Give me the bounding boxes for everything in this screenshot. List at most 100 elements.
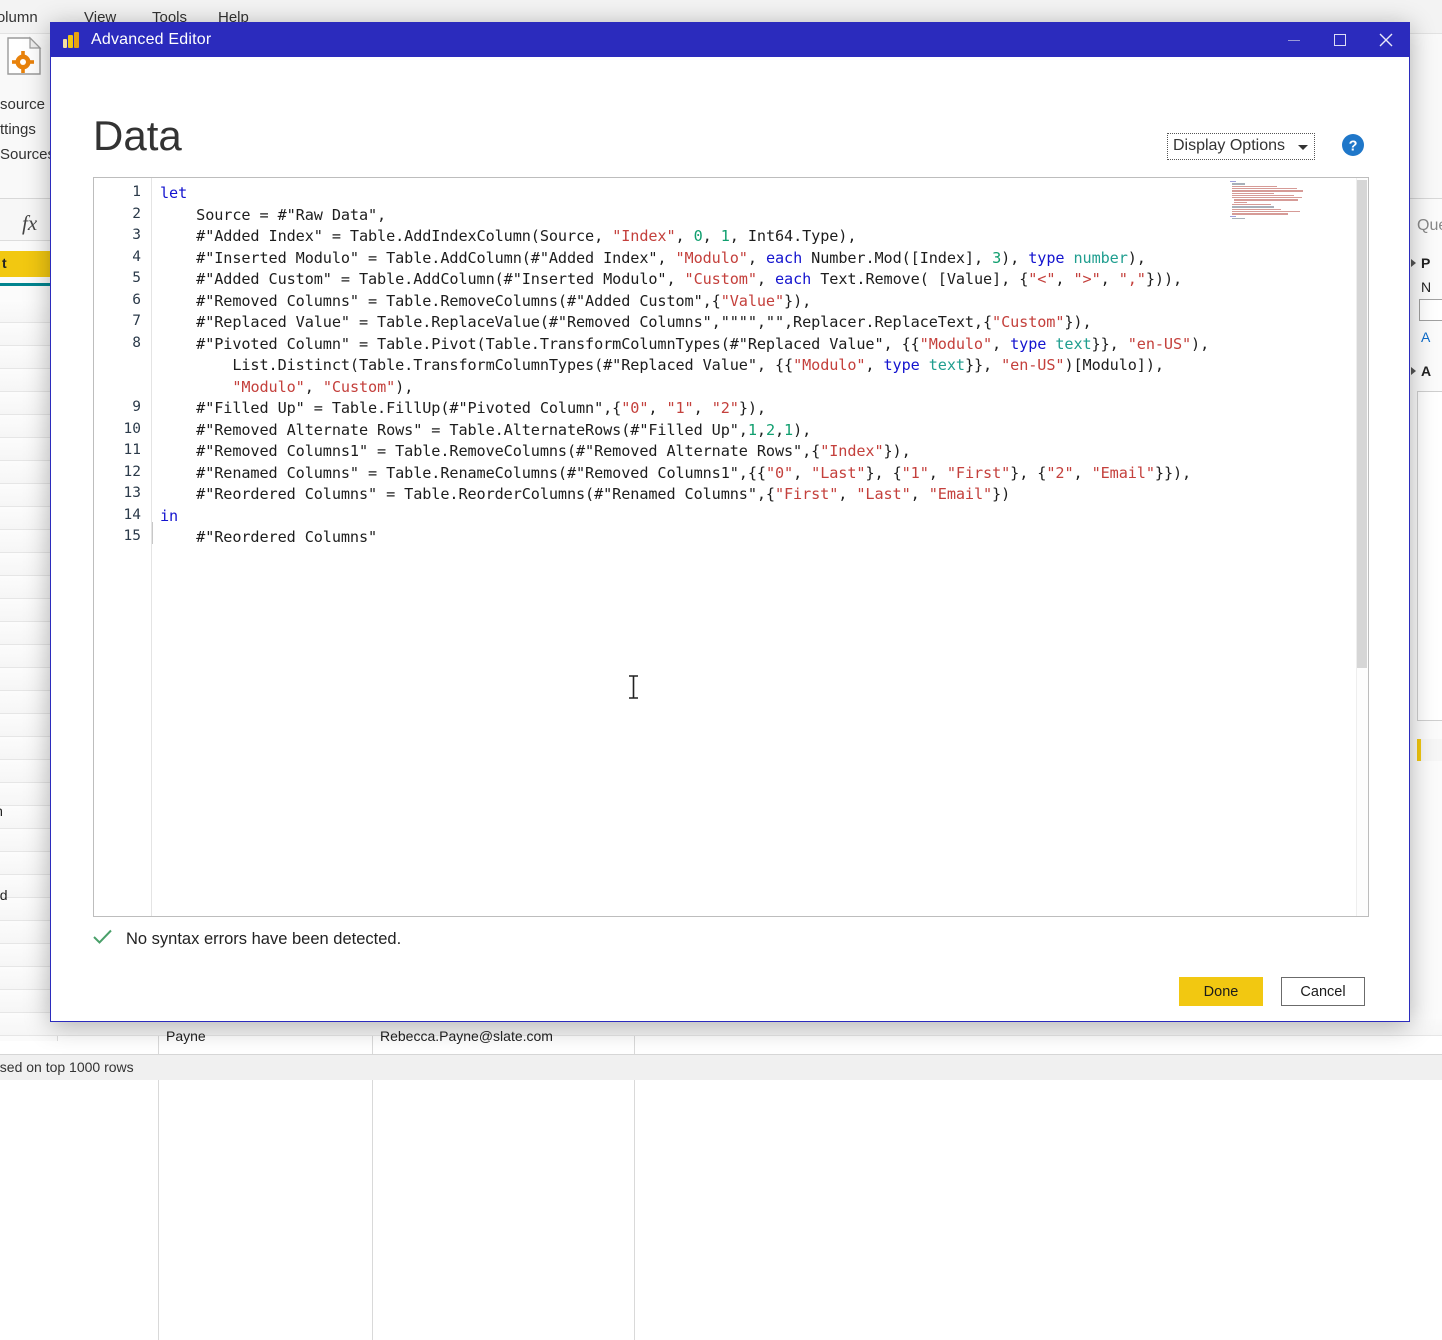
dialog-action-buttons: Done Cancel — [1179, 977, 1365, 1006]
syntax-status-text: No syntax errors have been detected. — [126, 930, 401, 949]
dialog-header: Data Display Options ? — [51, 57, 1409, 161]
checkmark-icon — [93, 929, 112, 949]
code-line: #"Renamed Columns" = Table.RenameColumns… — [160, 464, 1191, 482]
minimap-line — [1232, 204, 1271, 205]
grid-cell-email: Rebecca.Payne@slate.com — [380, 1028, 553, 1044]
applied-steps-section-header: A — [1421, 363, 1431, 379]
code-line: in — [160, 507, 178, 525]
line-number: 4 — [93, 249, 141, 265]
status-bar: ased on top 1000 rows — [0, 1054, 1442, 1080]
status-bar-text: ased on top 1000 rows — [0, 1059, 134, 1075]
code-line: #"Inserted Modulo" = Table.AddColumn(#"A… — [160, 249, 1146, 267]
code-line: #"Removed Columns" = Table.RemoveColumns… — [160, 292, 811, 310]
code-minimap[interactable] — [1230, 181, 1354, 219]
query-settings-title: Que — [1417, 217, 1442, 235]
close-icon[interactable] — [1363, 23, 1409, 57]
indent-guide — [152, 522, 153, 544]
query-list-item-label: t — [2, 255, 7, 271]
minimap-line — [1232, 211, 1300, 212]
code-line: #"Removed Alternate Rows" = Table.Altern… — [160, 421, 811, 439]
grid-cell: ad — [0, 887, 8, 903]
data-source-settings-icon[interactable] — [2, 34, 48, 86]
grid-cell: in — [0, 803, 3, 819]
syntax-status: No syntax errors have been detected. — [93, 929, 401, 949]
dialog-title: Advanced Editor — [91, 31, 211, 49]
line-number: 5 — [93, 270, 141, 286]
chevron-down-icon — [1298, 145, 1308, 150]
done-button[interactable]: Done — [1179, 977, 1263, 1006]
code-line: #"Reordered Columns" = Table.ReorderColu… — [160, 485, 1010, 503]
minimap-line — [1234, 199, 1298, 200]
minimap-line — [1232, 206, 1274, 207]
ds-line-1: source — [0, 92, 55, 117]
minimize-icon[interactable] — [1271, 23, 1317, 57]
applied-steps-list[interactable] — [1417, 391, 1442, 721]
cancel-button[interactable]: Cancel — [1281, 977, 1365, 1006]
line-number: 15 — [93, 528, 141, 544]
query-list-item-selected[interactable]: t — [0, 251, 52, 277]
minimap-line — [1232, 188, 1297, 189]
code-line: let — [160, 184, 187, 202]
line-number: 6 — [93, 292, 141, 308]
line-number: 2 — [93, 206, 141, 222]
code-line: Source = #"Raw Data", — [160, 206, 386, 224]
line-number: 1 — [93, 184, 141, 200]
query-selection-underline — [0, 283, 52, 286]
minimap-line — [1234, 202, 1246, 203]
code-line: #"Reordered Columns" — [160, 528, 377, 546]
query-settings-pane: Que P N A A — [1408, 199, 1442, 1019]
dialog-titlebar[interactable]: Advanced Editor — [51, 23, 1409, 57]
fx-icon: fx — [22, 211, 37, 236]
line-number: 11 — [93, 442, 141, 458]
minimap-line — [1232, 197, 1301, 198]
properties-section-header: P — [1421, 255, 1430, 271]
line-number: 12 — [93, 464, 141, 480]
display-options-dropdown[interactable]: Display Options — [1167, 133, 1315, 160]
line-number: 7 — [93, 313, 141, 329]
code-text-area[interactable]: let Source = #"Raw Data", #"Added Index"… — [152, 178, 1368, 916]
minimap-line — [1230, 216, 1236, 217]
scrollbar-thumb[interactable] — [1357, 180, 1367, 668]
line-number: 3 — [93, 227, 141, 243]
minimap-line — [1232, 213, 1288, 214]
code-line: "Modulo", "Custom"), — [160, 378, 413, 396]
data-source-settings-label[interactable]: source ttings Sources — [0, 92, 55, 167]
applied-step-item[interactable] — [1417, 739, 1442, 761]
line-number: 9 — [93, 399, 141, 415]
minimap-line — [1232, 209, 1281, 210]
svg-text:?: ? — [1349, 139, 1358, 155]
power-bi-icon — [63, 32, 80, 48]
editor-scrollbar[interactable] — [1356, 178, 1368, 916]
minimap-line — [1230, 181, 1236, 182]
code-line: #"Pivoted Column" = Table.Pivot(Table.Tr… — [160, 335, 1209, 353]
line-number-gutter: 123456789101112131415 — [94, 178, 152, 916]
minimap-line — [1232, 183, 1245, 184]
all-properties-link[interactable]: A — [1421, 329, 1430, 345]
help-icon[interactable]: ? — [1341, 133, 1365, 157]
code-line: List.Distinct(Table.TransformColumnTypes… — [160, 356, 1164, 374]
expander-icon[interactable] — [1411, 259, 1416, 267]
line-number: 14 — [93, 507, 141, 523]
code-editor[interactable]: 123456789101112131415 let Source = #"Raw… — [93, 177, 1369, 917]
ribbon-tab-column[interactable]: Column — [0, 9, 38, 26]
name-input[interactable] — [1419, 299, 1442, 321]
text-cursor-icon — [628, 675, 639, 699]
expander-icon[interactable] — [1411, 367, 1416, 375]
page-title: Data — [93, 115, 182, 157]
minimap-line — [1232, 190, 1303, 191]
name-field-label: N — [1421, 279, 1431, 295]
line-number: 10 — [93, 421, 141, 437]
window-controls[interactable] — [1271, 23, 1409, 57]
code-line: #"Filled Up" = Table.FillUp(#"Pivoted Co… — [160, 399, 766, 417]
dialog-body: Data Display Options ? 12345678910111213… — [51, 57, 1409, 1021]
code-line: #"Added Custom" = Table.AddColumn(#"Inse… — [160, 270, 1182, 288]
grid-cell-last-name: Payne — [166, 1028, 206, 1044]
advanced-editor-dialog: Advanced Editor Data Display Options ? — [50, 22, 1410, 1022]
ds-line-3: Sources — [0, 142, 55, 167]
code-line: #"Removed Columns1" = Table.RemoveColumn… — [160, 442, 911, 460]
line-number: 13 — [93, 485, 141, 501]
display-options-label: Display Options — [1173, 137, 1285, 155]
line-number: 8 — [93, 335, 141, 351]
maximize-icon[interactable] — [1317, 23, 1363, 57]
code-line: #"Replaced Value" = Table.ReplaceValue(#… — [160, 313, 1092, 331]
